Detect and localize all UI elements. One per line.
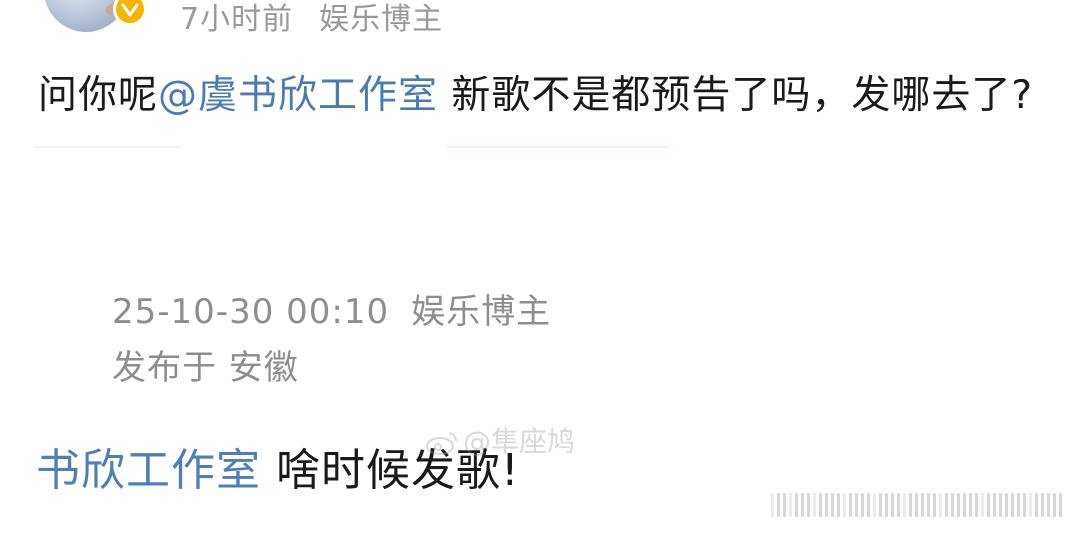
post-meta: 7小时前 娱乐博主 [180, 0, 443, 38]
post-text-prefix: 问你呢 [38, 73, 159, 118]
divider [446, 146, 668, 148]
post-time: 7小时前 [180, 2, 294, 37]
quote-timestamp: 25-10-30 00:10 [112, 292, 390, 332]
quote-meta: 25-10-30 00:10 娱乐博主 [112, 284, 551, 333]
post-author-tag: 娱乐博主 [319, 2, 444, 37]
quote-comment: 书欣工作室 啥时候发歌! [36, 434, 520, 498]
verified-icon [113, 0, 147, 26]
divider [34, 146, 180, 148]
post-body: 问你呢@虞书欣工作室 新歌不是都预告了吗，发哪去了? [38, 64, 1033, 120]
quote-comment-text: 啥时候发歌! [261, 445, 520, 496]
bottom-stripes [771, 493, 1062, 517]
mention-link[interactable]: @虞书欣工作室 [158, 73, 438, 118]
quote-comment-author[interactable]: 书欣工作室 [36, 445, 261, 496]
post-text-suffix: 新歌不是都预告了吗，发哪去了? [438, 73, 1034, 118]
quote-location: 发布于 安徽 [112, 348, 299, 388]
quote-author-tag: 娱乐博主 [411, 292, 552, 332]
